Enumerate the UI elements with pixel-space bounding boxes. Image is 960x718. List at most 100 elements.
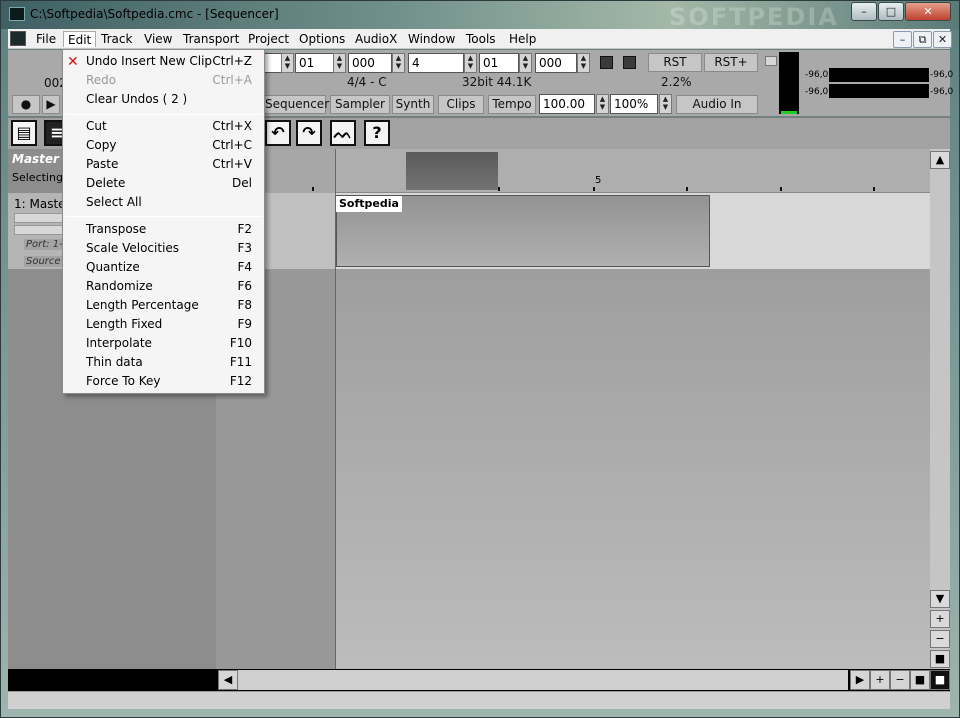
arrange-area[interactable] xyxy=(336,269,930,669)
clip-name-label[interactable]: Softpedia xyxy=(336,196,402,212)
tab-clips[interactable]: Clips xyxy=(438,95,484,114)
tempo-spinner[interactable]: ▲ ▼ xyxy=(596,94,609,114)
end-beat-spinner[interactable]: ▲ ▼ xyxy=(519,53,532,73)
punch-square-icon[interactable] xyxy=(623,56,636,69)
menu-view[interactable]: View xyxy=(140,31,176,47)
menu-options[interactable]: Options xyxy=(295,31,349,47)
mdi-close-button[interactable]: ✕ xyxy=(933,31,952,48)
menu-item-scale-velocities[interactable]: Scale Velocities F3 xyxy=(63,239,264,258)
scroll-left-icon[interactable]: ◀ xyxy=(218,670,238,690)
menu-window[interactable]: Window xyxy=(404,31,459,47)
corner-box[interactable]: ■ xyxy=(930,670,950,690)
rst-button[interactable]: RST xyxy=(648,53,702,72)
menu-track[interactable]: Track xyxy=(97,31,136,47)
loop-region[interactable] xyxy=(406,152,498,190)
menu-item-thin-data[interactable]: Thin data F11 xyxy=(63,353,264,372)
undo-icon[interactable]: ↶ xyxy=(265,120,291,146)
zoom-field[interactable]: 100% xyxy=(610,94,658,114)
menu-help[interactable]: Help xyxy=(505,31,540,47)
menu-item-label: Copy xyxy=(86,138,117,152)
menu-item-label: Scale Velocities xyxy=(86,241,180,255)
end-beat-field[interactable]: 01 xyxy=(479,53,519,73)
scroll-right-icon[interactable]: ▶ xyxy=(850,670,870,690)
bar-spinner[interactable]: ▲ ▼ xyxy=(281,53,294,73)
menu-item-label: Delete xyxy=(86,176,126,190)
menu-item-clear-undos[interactable]: Clear Undos ( 2 ) xyxy=(63,90,264,109)
tab-sampler[interactable]: Sampler xyxy=(330,95,390,114)
hzoom-reset-icon[interactable]: ■ xyxy=(910,670,930,690)
end-tick-spinner[interactable]: ▲ ▼ xyxy=(577,53,590,73)
menu-item-transpose[interactable]: Transpose F2 xyxy=(63,220,264,239)
list-view-icon[interactable]: ▤ xyxy=(11,120,37,146)
maximize-button[interactable]: □ xyxy=(878,2,904,21)
menu-item-label: Paste xyxy=(86,157,119,171)
menu-item-select-all[interactable]: Select All xyxy=(63,193,264,212)
loop-square-icon[interactable] xyxy=(600,56,613,69)
mdi-minimize-button[interactable]: – xyxy=(893,31,912,48)
redo-icon[interactable]: ↷ xyxy=(296,120,322,146)
vzoom-reset-icon[interactable]: ■ xyxy=(930,650,950,668)
tab-synth[interactable]: Synth xyxy=(392,95,434,114)
beat-spinner[interactable]: ▲ ▼ xyxy=(333,53,346,73)
menu-item-quantize[interactable]: Quantize F4 xyxy=(63,258,264,277)
tab-sequencer[interactable]: Sequencer xyxy=(264,95,329,114)
scroll-down-icon[interactable]: ▼ xyxy=(930,590,950,608)
menu-item-randomize[interactable]: Randomize F6 xyxy=(63,277,264,296)
menu-item-paste[interactable]: Paste Ctrl+V xyxy=(63,155,264,174)
source-label[interactable]: Source xyxy=(24,256,63,267)
hzoom-in-icon[interactable]: + xyxy=(870,670,890,690)
ruler-tick xyxy=(873,187,875,191)
meter-right-bottom-label: -96,0 xyxy=(930,87,954,97)
menu-project[interactable]: Project xyxy=(244,31,293,47)
menu-item-length-fixed[interactable]: Length Fixed F9 xyxy=(63,315,264,334)
play-button[interactable]: ▶ xyxy=(42,95,60,114)
close-button[interactable]: ✕ xyxy=(905,2,951,21)
vzoom-out-icon[interactable]: − xyxy=(930,630,950,648)
minimize-button[interactable]: – xyxy=(851,2,877,21)
edit-menu-dropdown: ✕ Undo Insert New Clip Ctrl+Z Redo Ctrl+… xyxy=(62,49,265,394)
track-name[interactable]: 1: Maste xyxy=(14,197,66,211)
menu-tools[interactable]: Tools xyxy=(462,31,500,47)
menu-item-shortcut: F2 xyxy=(237,222,252,236)
menu-item-undo[interactable]: ✕ Undo Insert New Clip Ctrl+Z xyxy=(63,52,264,71)
meter-left-bar xyxy=(829,68,929,82)
port-label[interactable]: Port: 1- xyxy=(24,239,65,250)
menu-item-force-to-key[interactable]: Force To Key F12 xyxy=(63,372,264,391)
menu-item-copy[interactable]: Copy Ctrl+C xyxy=(63,136,264,155)
time-signature: 4/4 - C xyxy=(347,75,387,89)
menu-file[interactable]: File xyxy=(32,31,60,47)
tab-tempo[interactable]: Tempo xyxy=(488,95,536,114)
document-icon[interactable] xyxy=(10,31,26,46)
menu-transport[interactable]: Transport xyxy=(179,31,243,47)
meter-toggle[interactable] xyxy=(765,56,777,66)
title-bar[interactable]: C:\Softpedia\Softpedia.cmc - [Sequencer]… xyxy=(1,1,959,31)
app-icon[interactable] xyxy=(9,7,25,21)
mdi-restore-button[interactable]: ⧉ xyxy=(913,31,932,48)
hzoom-out-icon[interactable]: − xyxy=(890,670,910,690)
tick-spinner[interactable]: ▲ ▼ xyxy=(392,53,405,73)
rst-plus-button[interactable]: RST+ xyxy=(704,53,758,72)
menu-item-shortcut: F10 xyxy=(229,336,252,350)
panel-divider[interactable] xyxy=(335,149,336,669)
end-tick-field[interactable]: 000 xyxy=(535,53,577,73)
audio-in-button[interactable]: Audio In xyxy=(676,95,758,114)
record-button[interactable]: ● xyxy=(12,95,40,114)
menu-item-length-percentage[interactable]: Length Percentage F8 xyxy=(63,296,264,315)
end-bar-spinner[interactable]: ▲ ▼ xyxy=(464,53,477,73)
zoom-spinner[interactable]: ▲ ▼ xyxy=(659,94,672,114)
menu-item-interpolate[interactable]: Interpolate F10 xyxy=(63,334,264,353)
menu-item-delete[interactable]: Delete Del xyxy=(63,174,264,193)
menu-audiox[interactable]: AudioX xyxy=(351,31,401,47)
ruler-tick xyxy=(593,187,595,191)
menu-item-label: Transpose xyxy=(86,222,147,236)
menu-edit[interactable]: Edit xyxy=(63,31,97,47)
tick-field[interactable]: 000 xyxy=(348,53,392,73)
waveform-icon[interactable]: ᨓ xyxy=(330,120,356,146)
menu-item-cut[interactable]: Cut Ctrl+X xyxy=(63,117,264,136)
end-bar-field[interactable]: 4 xyxy=(408,53,464,73)
horizontal-scroll-track[interactable] xyxy=(238,670,848,690)
vzoom-in-icon[interactable]: + xyxy=(930,610,950,628)
tempo-field[interactable]: 100.00 xyxy=(539,94,595,114)
help-icon[interactable]: ? xyxy=(364,120,390,146)
scroll-up-icon[interactable]: ▲ xyxy=(930,151,950,169)
